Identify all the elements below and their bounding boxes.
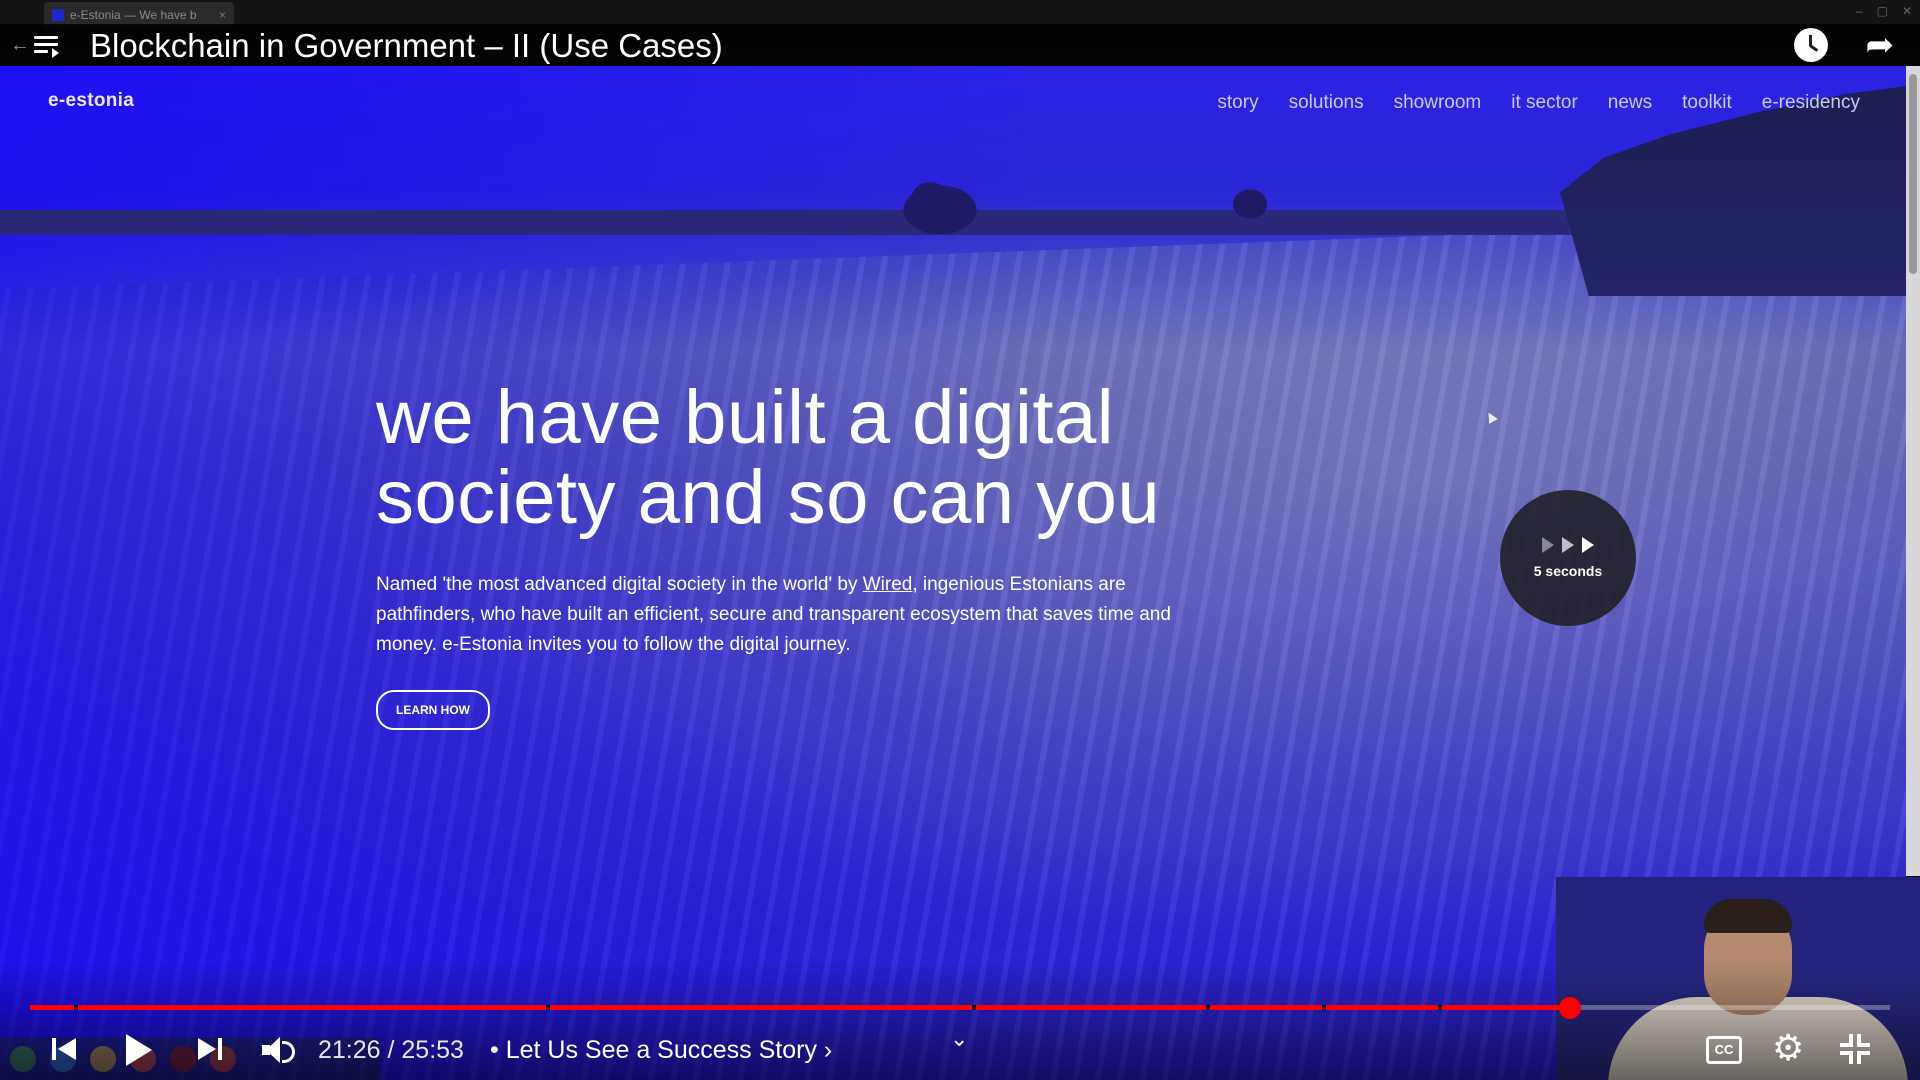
browser-tab-title: e-Estonia — We have b [70, 8, 197, 22]
progress-bar[interactable] [30, 997, 1890, 1019]
nav-news: news [1607, 92, 1653, 113]
hero-heading: we have built a digital society and so ca… [376, 378, 1276, 538]
chapter-marker [74, 1005, 78, 1010]
hero-body-prefix: Named 'the most advanced digital society… [376, 574, 863, 595]
window-buttons: – ▢ ✕ [1856, 4, 1912, 18]
video-title[interactable]: Blockchain in Government – II (Use Cases… [90, 26, 723, 66]
volume-icon[interactable] [262, 1036, 296, 1064]
progress-scrubber[interactable] [1559, 997, 1582, 1019]
hero-heading-line-1: we have built a digital [376, 375, 1115, 460]
chapter-marker [1438, 1005, 1442, 1010]
minimize-icon[interactable]: – [1856, 4, 1863, 18]
time-display: 21:26 / 25:53 [318, 1036, 464, 1064]
nav-story: story [1217, 92, 1259, 113]
play-icon[interactable] [126, 1034, 152, 1066]
watch-later-icon[interactable] [1794, 28, 1828, 62]
share-icon[interactable]: ➦ [1866, 28, 1895, 62]
close-window-icon[interactable]: ✕ [1902, 4, 1912, 18]
nav-showroom: showroom [1393, 92, 1482, 113]
maximize-icon[interactable]: ▢ [1877, 4, 1888, 18]
wired-link: Wired [862, 574, 913, 595]
next-icon[interactable] [198, 1036, 224, 1062]
chapter-marker [972, 1005, 976, 1010]
playlist-icon[interactable] [34, 34, 60, 58]
captured-scrollbar [1906, 66, 1920, 876]
learn-how-button: LEARN HOW [376, 690, 490, 730]
nav-toolkit: toolkit [1682, 92, 1732, 113]
previous-icon[interactable] [52, 1036, 78, 1062]
tab-close-icon[interactable]: × [219, 8, 226, 22]
fast-forward-icon [1542, 537, 1594, 553]
site-nav: story solutions showroom it sector news … [1217, 92, 1860, 114]
nav-it-sector: it sector [1511, 92, 1578, 113]
chapter-marker [1322, 1005, 1326, 1010]
seek-forward-indicator: 5 seconds [1500, 490, 1636, 626]
chapter-title-button[interactable]: • Let Us See a Success Story › [490, 1034, 832, 1074]
player-title-bar: ← Blockchain in Government – II (Use Cas… [0, 24, 1920, 66]
exit-fullscreen-icon[interactable] [1840, 1034, 1870, 1064]
nav-e-residency: e-residency [1761, 92, 1860, 113]
site-logo: e-estonia [48, 90, 135, 111]
chapter-marker [1206, 1005, 1210, 1010]
chapter-marker [546, 1005, 550, 1010]
settings-icon[interactable]: ⚙ [1772, 1028, 1804, 1068]
back-arrow-icon: ← [10, 34, 30, 56]
cc-icon[interactable]: CC [1706, 1036, 1742, 1064]
presenter-hair [1704, 899, 1792, 933]
player-controls: 21:26 / 25:53 • Let Us See a Success Sto… [0, 1026, 1920, 1070]
progress-played [30, 1005, 1571, 1010]
tab-favicon-icon [52, 9, 64, 21]
chevron-down-icon[interactable]: ⌄ [950, 1026, 968, 1066]
nav-solutions: solutions [1288, 92, 1364, 113]
skip-seconds-label: 5 seconds [1533, 563, 1603, 579]
hero-body: Named 'the most advanced digital society… [376, 570, 1196, 660]
hero-heading-line-2: society and so can you [376, 455, 1161, 540]
